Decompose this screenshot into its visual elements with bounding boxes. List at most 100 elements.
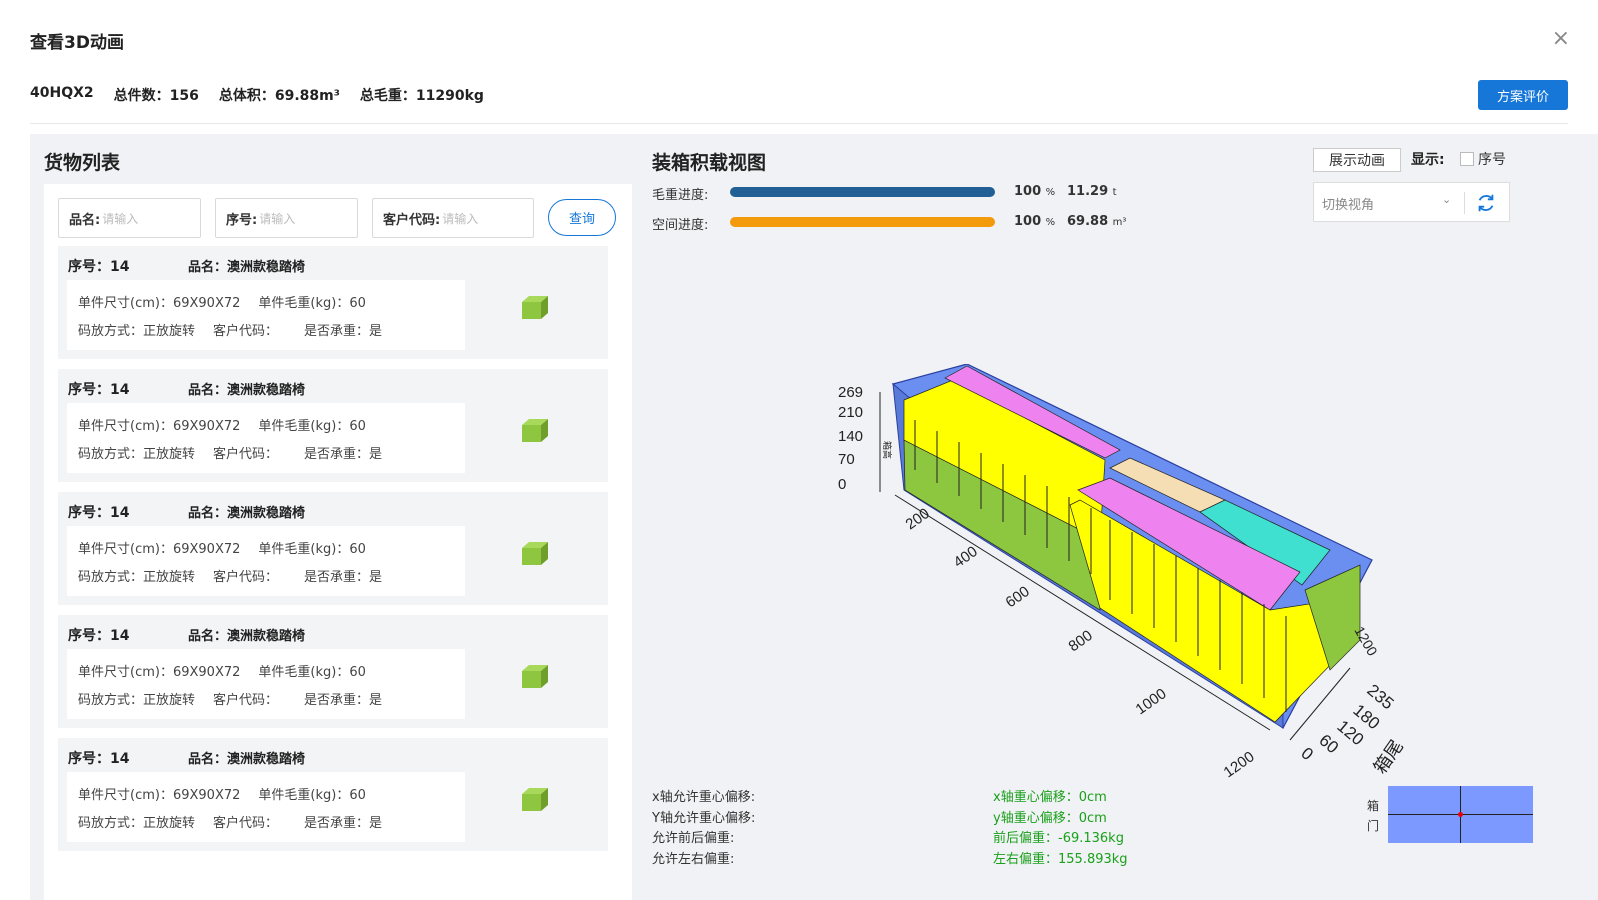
item-name: 品名：澳洲款稳踏椅 [188,383,306,398]
length-tick-label: 400 [951,543,981,571]
show-animation-button[interactable]: 展示动画 [1313,148,1401,172]
item-customer: 客户代码： [213,816,279,831]
item-bearing: 是否承重：是 [304,816,383,831]
item-mode: 码放方式：正放旋转 [78,447,196,462]
item-detail-card: 单件尺寸(cm)：69X90X72 单件毛重(kg)：60 码放方式：正放旋转 客户代… [67,526,465,596]
item-header: 序号：14 品名：澳洲款稳踏椅 [68,502,305,522]
seq-checkbox[interactable] [1460,152,1474,166]
item-detail-card: 单件尺寸(cm)：69X90X72 单件毛重(kg)：60 码放方式：正放旋转 客户代… [67,649,465,719]
name-filter-label: 品名: [69,212,101,228]
view-separator [1464,192,1465,214]
height-axis-label: 箱高 [882,441,893,459]
plan-evaluation-button[interactable]: 方案评价 [1478,80,1568,110]
customer-filter-field[interactable]: 客户代码: 请输入 [372,198,534,238]
center-of-gravity-map [1388,786,1533,843]
item-name: 品名：澳洲款稳踏椅 [188,629,306,644]
space-progress: 空间进度: 100 % 69.88 m³ [652,214,1126,233]
item-bearing: 是否承重：是 [304,324,383,339]
item-bearing: 是否承重：是 [304,447,383,462]
height-tick-label: 140 [838,428,863,445]
loading-view-title: 装箱积载视图 [652,152,767,174]
item-weight: 单件毛重(kg)：60 [258,419,366,434]
item-size: 单件尺寸(cm)：69X90X72 [78,665,241,680]
space-progress-bar [730,217,995,227]
display-label: 显示: [1411,152,1445,168]
item-mode: 码放方式：正放旋转 [78,816,196,831]
item-mode: 码放方式：正放旋转 [78,324,196,339]
close-icon[interactable]: × [1552,28,1570,50]
modal-title: 查看3D动画 [30,33,124,53]
divider [30,123,1568,124]
item-bearing: 是否承重：是 [304,693,383,708]
name-filter-placeholder: 请输入 [102,211,139,226]
view-switcher: 切换视角 ⌄ [1313,182,1510,222]
customer-filter-placeholder: 请输入 [442,211,479,226]
cube-icon [522,296,548,319]
item-size: 单件尺寸(cm)：69X90X72 [78,419,241,434]
modal: 查看3D动画 × 40HQX2 总件数：156 总体积：69.88m³ 总毛重：… [0,0,1598,900]
height-tick-label: 0 [838,476,846,493]
item-customer: 客户代码： [213,570,279,585]
item-name: 品名：澳洲款稳踏椅 [188,260,306,275]
x-center-offset: x轴重心偏移：0cm [993,790,1107,805]
total-count: 总件数：156 [113,88,199,104]
weight-progress-percent: 100 % [1014,184,1056,199]
space-progress-fill [730,217,995,227]
view-select[interactable]: 切换视角 [1322,194,1374,213]
list-item[interactable]: 序号：14 品名：澳洲款稳踏椅单件尺寸(cm)：69X90X72 单件毛重(kg)：… [58,615,608,728]
container-3d-view[interactable]: 269210140700箱高20040060080010001200 060120… [832,364,1442,794]
length-tick-label: 800 [1066,627,1096,655]
cargo-list-title: 货物列表 [44,152,121,174]
y-allowed-offset: Y轴允许重心偏移: [652,810,756,826]
total-weight: 总毛重：11290kg [359,88,484,104]
item-detail-card: 单件尺寸(cm)：69X90X72 单件毛重(kg)：60 码放方式：正放旋转 客户代… [67,403,465,473]
list-item[interactable]: 序号：14 品名：澳洲款稳踏椅单件尺寸(cm)：69X90X72 单件毛重(kg)：… [58,492,608,605]
length-tick-label: 200 [903,505,933,533]
cube-icon [522,788,548,811]
list-item[interactable]: 序号：14 品名：澳洲款稳踏椅单件尺寸(cm)：69X90X72 单件毛重(kg)：… [58,246,608,359]
allowed-left-right: 允许左右偏重: [652,851,735,867]
item-customer: 客户代码： [213,693,279,708]
space-progress-percent: 100 % [1014,214,1056,229]
weight-progress-bar [730,187,995,197]
total-volume: 总体积：69.88m³ [218,88,340,104]
cube-icon [522,419,548,442]
query-button[interactable]: 查询 [548,199,616,236]
cube-icon [522,665,548,688]
seq-filter-field[interactable]: 序号: 请输入 [215,198,358,238]
x-allowed-offset: x轴允许重心偏移: [652,790,756,805]
cargo-list-panel: 品名: 请输入 序号: 请输入 客户代码: 请输入 查询 序号：14 品名：澳洲款… [44,184,632,900]
space-progress-value: 69.88 m³ [1067,214,1127,229]
item-detail-card: 单件尺寸(cm)：69X90X72 单件毛重(kg)：60 码放方式：正放旋转 客户代… [67,280,465,350]
height-tick-label: 210 [838,404,863,421]
item-weight: 单件毛重(kg)：60 [258,665,366,680]
item-size: 单件尺寸(cm)：69X90X72 [78,788,241,803]
y-center-offset: y轴重心偏移：0cm [993,810,1107,826]
refresh-icon[interactable] [1475,192,1497,214]
item-weight: 单件毛重(kg)：60 [258,788,366,803]
item-size: 单件尺寸(cm)：69X90X72 [78,296,241,311]
customer-filter-label: 客户代码: [383,212,441,228]
item-seq: 序号：14 [68,505,130,521]
length-tick-label: 1000 [1133,685,1170,718]
item-header: 序号：14 品名：澳洲款稳踏椅 [68,379,305,399]
gravity-center-dot [1458,812,1463,817]
item-customer: 客户代码： [213,447,279,462]
item-header: 序号：14 品名：澳洲款稳踏椅 [68,256,305,276]
item-mode: 码放方式：正放旋转 [78,693,196,708]
door-label: 箱门 [1367,799,1380,833]
name-filter-field[interactable]: 品名: 请输入 [58,198,201,238]
summary-bar: 40HQX2 总件数：156 总体积：69.88m³ 总毛重：11290kg [30,85,484,105]
allowed-offsets: x轴允许重心偏移: Y轴允许重心偏移: 允许前后偏重: 允许左右偏重: [652,788,755,870]
list-item[interactable]: 序号：14 品名：澳洲款稳踏椅单件尺寸(cm)：69X90X72 单件毛重(kg)：… [58,369,608,482]
item-header: 序号：14 品名：澳洲款稳踏椅 [68,625,305,645]
chevron-down-icon[interactable]: ⌄ [1442,193,1451,206]
cargo-list[interactable]: 序号：14 品名：澳洲款稳踏椅 单件尺寸(cm)：69X90X72 单件毛重(kg)：… [58,246,618,851]
item-name: 品名：澳洲款稳踏椅 [188,506,306,521]
item-seq: 序号：14 [68,751,130,767]
item-seq: 序号：14 [68,628,130,644]
list-item[interactable]: 序号：14 品名：澳洲款稳踏椅单件尺寸(cm)：69X90X72 单件毛重(kg)：… [58,738,608,851]
item-name: 品名：澳洲款稳踏椅 [188,752,306,767]
item-seq: 序号：14 [68,382,130,398]
weight-progress-fill [730,187,995,197]
